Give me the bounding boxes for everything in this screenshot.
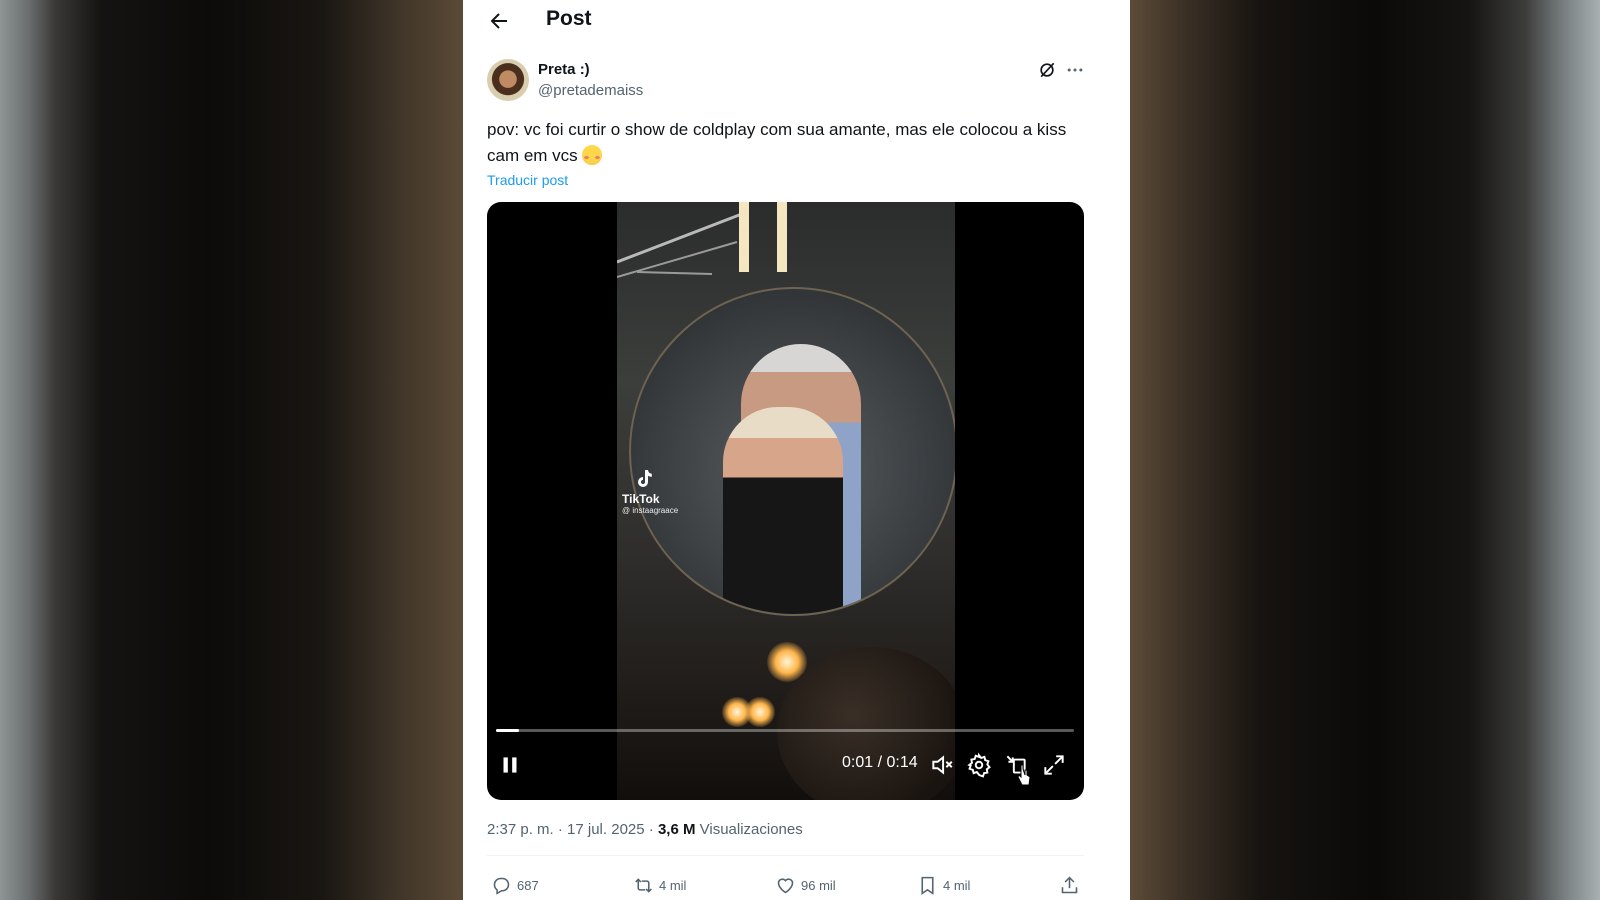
post-timestamp[interactable]: 2:37 p. m. · 17 jul. 2025 ·: [487, 821, 654, 838]
tiktok-username: @ instaagraace: [622, 506, 679, 515]
mouse-pointer-icon: [1017, 764, 1031, 786]
video-frame: TikTok @ instaagraace: [617, 202, 955, 800]
bookmark-count: 4 mil: [943, 877, 971, 893]
tiktok-watermark: TikTok @ instaagraace: [622, 467, 678, 515]
author-name[interactable]: Preta :): [538, 61, 590, 78]
video-time: 0:01 / 0:14: [842, 754, 918, 771]
repost-button[interactable]: 4 mil: [633, 873, 686, 897]
tiktok-logo-icon: [638, 470, 652, 487]
background-right: [1130, 0, 1600, 900]
kiss-cam-screen: [629, 287, 955, 616]
blushing-face-emoji-icon: [581, 145, 602, 165]
repost-count: 4 mil: [659, 877, 687, 893]
stage-light: [745, 697, 775, 727]
views-label: Visualizaciones: [699, 821, 803, 838]
reply-icon: [493, 877, 510, 895]
repost-icon: [635, 877, 652, 893]
post-panel: Post Preta :) @pretademaiss pov: vc foi …: [463, 0, 1130, 900]
bookmark-button[interactable]: 4 mil: [917, 873, 970, 897]
background-left: [0, 0, 463, 900]
arrow-left-icon[interactable]: [487, 9, 511, 33]
post-text: pov: vc foi curtir o show de coldplay co…: [487, 117, 1097, 169]
avatar[interactable]: [487, 59, 529, 101]
video-player[interactable]: TikTok @ instaagraace 0:01 / 0:14: [487, 202, 1084, 800]
page-title: Post: [546, 7, 592, 30]
video-progress-fill: [496, 729, 520, 732]
post-meta: 2:37 p. m. · 17 jul. 2025 · 3,6 M Visual…: [487, 821, 803, 838]
tiktok-brand: TikTok: [622, 492, 660, 506]
reply-count: 687: [517, 877, 539, 893]
pause-icon[interactable]: [497, 752, 523, 778]
like-count: 96 mil: [801, 877, 836, 893]
share-icon: [1061, 876, 1078, 893]
post-header: Post: [463, 0, 1130, 42]
author-handle[interactable]: @pretademaiss: [538, 82, 643, 99]
like-button[interactable]: 96 mil: [775, 873, 836, 897]
divider: [487, 855, 1084, 856]
fullscreen-icon[interactable]: [1041, 752, 1067, 778]
more-options-icon[interactable]: [1065, 60, 1085, 80]
settings-gear-icon[interactable]: [966, 752, 992, 778]
video-progress-bar[interactable]: [496, 729, 1074, 732]
translate-link[interactable]: Traducir post: [487, 172, 568, 188]
post-text-content: pov: vc foi curtir o show de coldplay co…: [487, 120, 1067, 165]
views-count: 3,6 M: [657, 821, 696, 838]
heart-icon: [777, 877, 794, 893]
share-button[interactable]: [1059, 873, 1085, 897]
bookmark-icon: [921, 876, 934, 895]
grok-icon[interactable]: [1037, 60, 1057, 80]
stage-truss: [617, 202, 787, 278]
woman-figure: [723, 407, 843, 614]
mute-icon[interactable]: [929, 752, 955, 778]
reply-button[interactable]: 687: [491, 873, 539, 897]
